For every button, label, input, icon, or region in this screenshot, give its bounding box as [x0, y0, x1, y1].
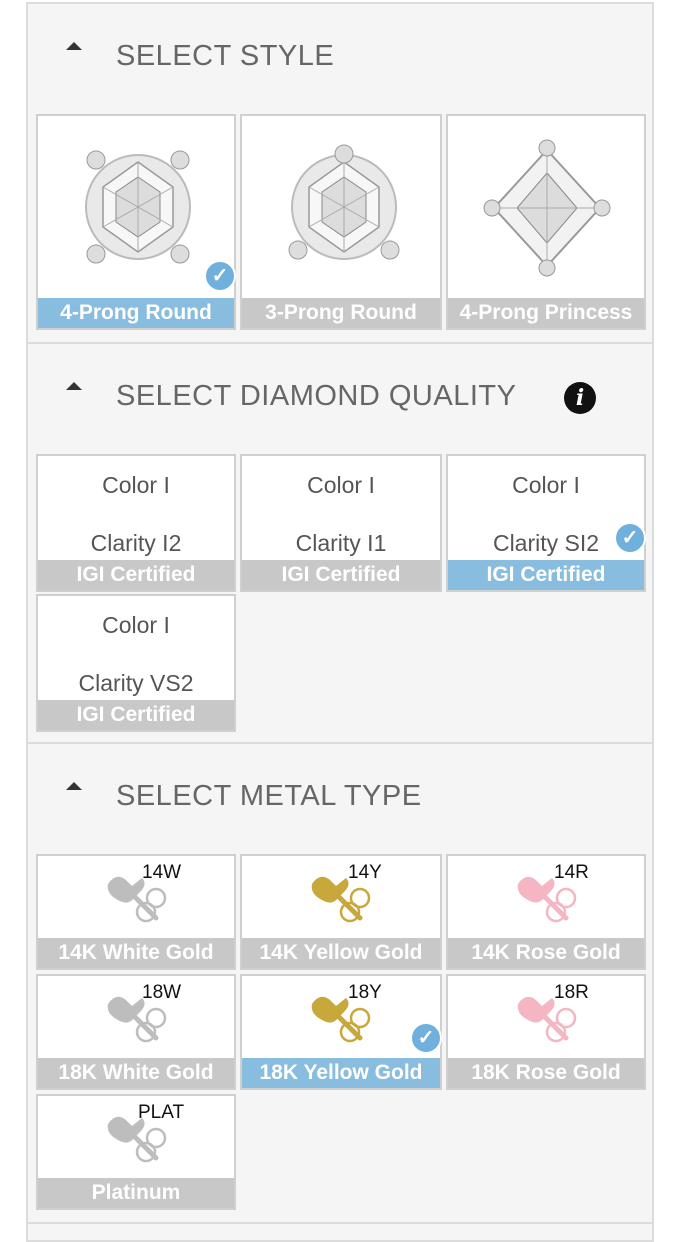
metal-option-14k-rose-gold[interactable]: 14R 14K Rose Gold [446, 854, 646, 970]
certification-label: IGI Certified [242, 560, 440, 590]
metal-option-18k-white-gold[interactable]: 18W 18K White Gold [36, 974, 236, 1090]
metal-option-18k-yellow-gold[interactable]: 18Y ✓ 18K Yellow Gold [240, 974, 442, 1090]
metal-label: 18K Rose Gold [448, 1058, 644, 1088]
metal-code: 14Y [348, 862, 382, 883]
quality-option-si2[interactable]: Color I Clarity SI2 ✓ IGI Certified [446, 454, 646, 592]
color-grade: Color I [102, 472, 170, 498]
quality-option-i1[interactable]: Color I Clarity I1 IGI Certified [240, 454, 442, 592]
section-title: SELECT METAL TYPE [116, 780, 422, 812]
clarity-grade: Clarity VS2 [78, 670, 194, 696]
section-title: SELECT DIAMOND QUALITY [116, 380, 517, 412]
quality-option-i2[interactable]: Color I Clarity I2 IGI Certified [36, 454, 236, 592]
metal-label: 14K Yellow Gold [242, 938, 440, 968]
quality-option-vs2[interactable]: Color I Clarity VS2 IGI Certified [36, 594, 236, 732]
princess-diamond-image [483, 139, 611, 277]
metal-label: 14K Rose Gold [448, 938, 644, 968]
certification-label: IGI Certified [448, 560, 644, 590]
metal-section-header[interactable]: SELECT METAL TYPE [28, 748, 652, 812]
metal-label: 18K Yellow Gold [242, 1058, 440, 1088]
certification-label: IGI Certified [38, 700, 234, 730]
quality-section-header[interactable]: SELECT DIAMOND QUALITY [28, 348, 652, 412]
section-title: SELECT STYLE [116, 40, 335, 72]
style-label: 4-Prong Round [38, 298, 234, 328]
metal-label: 18K White Gold [38, 1058, 234, 1088]
metal-option-14k-white-gold[interactable]: 14W 14K White Gold [36, 854, 236, 970]
style-option-4-prong-round[interactable]: ✓ 4-Prong Round [36, 114, 236, 330]
metal-label: Platinum [38, 1178, 234, 1208]
check-icon: ✓ [410, 1022, 442, 1054]
metal-option-14k-yellow-gold[interactable]: 14Y 14K Yellow Gold [240, 854, 442, 970]
check-icon: ✓ [614, 522, 646, 554]
metal-code: 18W [142, 982, 182, 1003]
style-label: 3-Prong Round [242, 298, 440, 328]
check-icon: ✓ [204, 260, 236, 292]
section-divider [28, 342, 652, 344]
caret-up-icon[interactable] [66, 42, 82, 50]
metal-code: 18R [554, 982, 589, 1003]
round-diamond-image [288, 144, 400, 260]
style-section-header[interactable]: SELECT STYLE [28, 8, 652, 72]
color-grade: Color I [307, 472, 375, 498]
metal-code: PLAT [138, 1102, 185, 1123]
color-grade: Color I [102, 612, 170, 638]
metal-code: 14R [554, 862, 589, 883]
metal-code: 14W [142, 862, 182, 883]
metal-label: 14K White Gold [38, 938, 234, 968]
color-grade: Color I [512, 472, 580, 498]
info-icon[interactable]: i [564, 382, 596, 414]
clarity-grade: Clarity I1 [295, 530, 387, 556]
style-option-4-prong-princess[interactable]: 4-Prong Princess [446, 114, 646, 330]
round-diamond-image [85, 150, 191, 264]
caret-up-icon[interactable] [66, 382, 82, 390]
caret-up-icon[interactable] [66, 782, 82, 790]
style-label: 4-Prong Princess [448, 298, 644, 328]
metal-option-18k-rose-gold[interactable]: 18R 18K Rose Gold [446, 974, 646, 1090]
style-option-3-prong-round[interactable]: 3-Prong Round [240, 114, 442, 330]
section-divider [28, 1222, 652, 1224]
clarity-grade: Clarity I2 [90, 530, 182, 556]
metal-code: 18Y [348, 982, 382, 1003]
section-divider [28, 742, 652, 744]
metal-option-platinum[interactable]: PLAT Platinum [36, 1094, 236, 1210]
certification-label: IGI Certified [38, 560, 234, 590]
